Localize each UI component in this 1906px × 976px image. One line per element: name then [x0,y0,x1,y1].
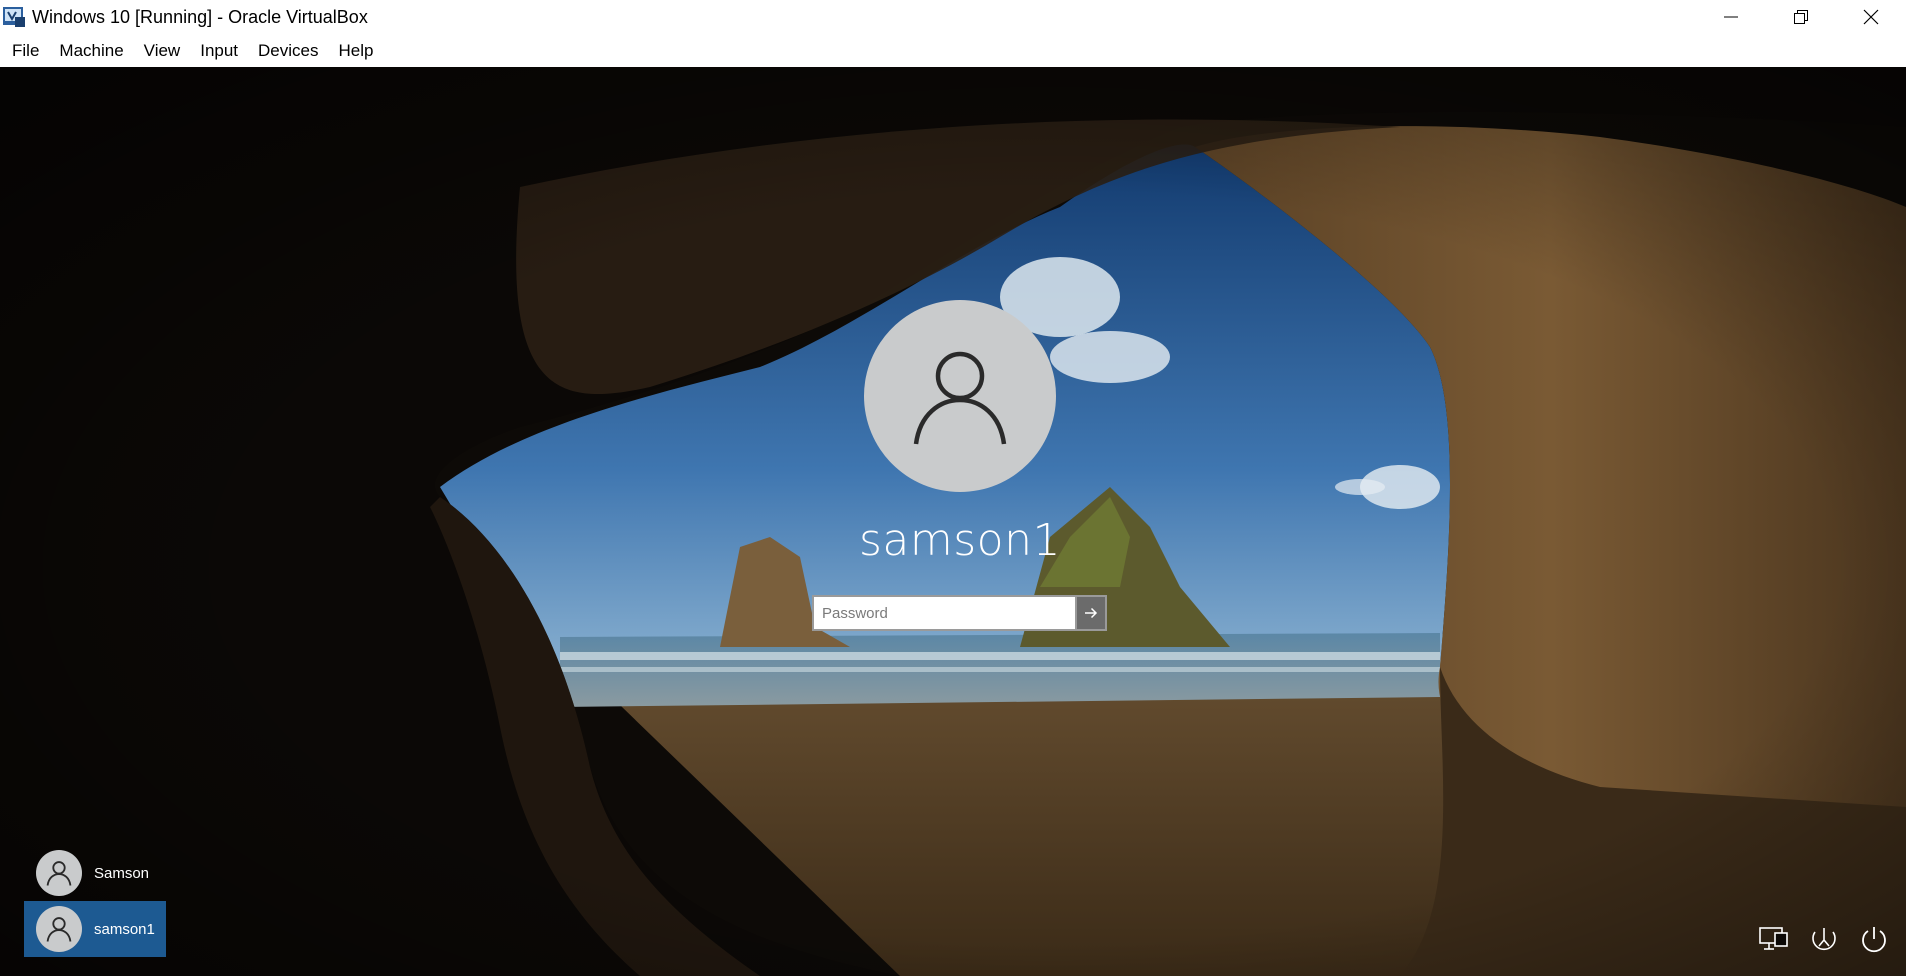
user-item-label: samson1 [94,920,155,938]
ease-of-access-icon [1812,928,1836,951]
user-item-samson[interactable]: Samson [24,845,166,901]
ease-of-access-button[interactable] [1808,923,1840,955]
password-group [812,595,1107,631]
menu-input[interactable]: Input [190,37,248,65]
close-button[interactable] [1836,0,1906,34]
lock-screen-tray [1758,923,1890,955]
menu-machine[interactable]: Machine [49,37,133,65]
network-icon [1759,927,1788,950]
user-item-samson1[interactable]: samson1 [24,901,166,957]
title-bar: Windows 10 [Running] - Oracle VirtualBox [0,0,1906,34]
menu-file[interactable]: File [2,37,49,65]
restore-icon [1794,10,1808,24]
restore-button[interactable] [1766,0,1836,34]
network-button[interactable] [1758,923,1790,955]
user-avatar-small [36,906,82,952]
user-icon [46,917,72,942]
arrow-right-icon [1085,607,1098,619]
menu-bar: File Machine View Input Devices Help [0,34,1906,67]
window-controls [1696,0,1906,34]
minimize-button[interactable] [1696,0,1766,34]
virtualbox-icon [2,5,26,29]
user-icon [46,861,72,886]
current-user-name: samson1 [859,515,1061,566]
user-avatar-small [36,850,82,896]
power-icon [1862,927,1886,953]
user-icon [913,351,1007,445]
power-button[interactable] [1858,923,1890,955]
minimize-icon [1724,16,1738,18]
submit-button[interactable] [1075,595,1107,631]
password-input[interactable] [812,595,1075,631]
window-title: Windows 10 [Running] - Oracle VirtualBox [32,6,368,27]
vm-display[interactable]: samson1 Samson samson1 [0,67,1906,976]
close-icon [1863,9,1879,25]
menu-devices[interactable]: Devices [248,37,328,65]
menu-help[interactable]: Help [329,37,384,65]
menu-view[interactable]: View [134,37,191,65]
user-list: Samson samson1 [24,845,166,957]
user-avatar [864,300,1056,492]
user-item-label: Samson [94,864,150,882]
